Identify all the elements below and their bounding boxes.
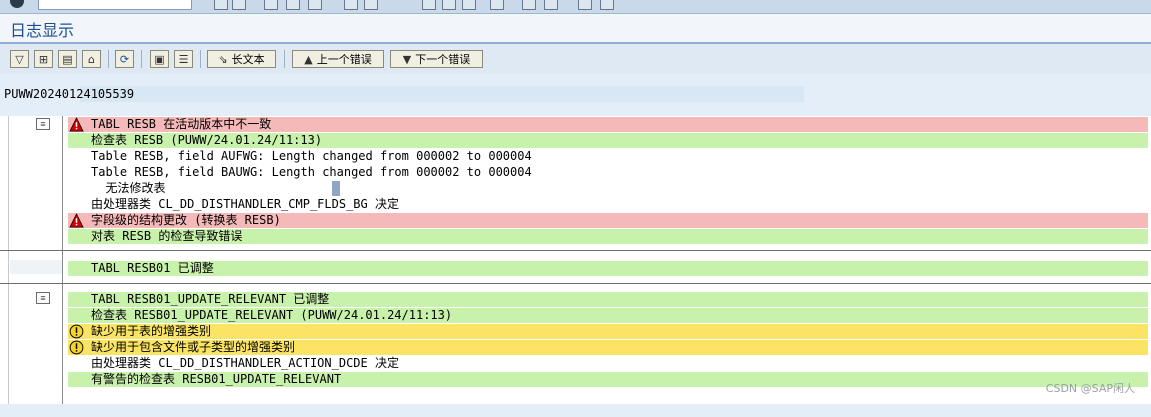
log-row[interactable]: 无法修改表 [68, 181, 1148, 196]
warning-icon [69, 324, 84, 339]
previous-page-icon[interactable] [442, 0, 456, 10]
next-error-button[interactable]: ▼ 下一个错误 [390, 50, 483, 68]
log-tree: ≡ TABL RESB 在活动版本中不一致 检查表 RESB (PUWW/24.… [0, 116, 1151, 404]
toolbar-separator [141, 50, 142, 68]
document-icon[interactable]: ≡ [36, 118, 50, 130]
find-next-icon[interactable] [364, 0, 378, 10]
list-button[interactable]: ☰ [174, 50, 193, 68]
command-field[interactable] [38, 0, 192, 10]
first-page-icon[interactable] [422, 0, 436, 10]
last-page-icon[interactable] [490, 0, 504, 10]
log-row[interactable]: TABL RESB01 已调整 [68, 261, 1148, 276]
title-bar: 日志显示 [0, 14, 1151, 44]
arrow-up-icon: ▲ [304, 52, 313, 66]
back-icon[interactable] [232, 0, 246, 10]
document-icon[interactable]: ≡ [36, 292, 50, 304]
expand-all-button[interactable]: ⊞ [34, 50, 53, 68]
application-toolbar: ▽ ⊞ ▤ ⌂ ⟳ ▣ ☰ ⇘ 长文本 ▲ 上一个错误 ▼ 下一个错误 [0, 44, 1151, 75]
long-text-button[interactable]: ⇘ 长文本 [207, 50, 276, 68]
log-row[interactable]: 有警告的检查表 RESB01_UPDATE_RELEVANT [68, 372, 1148, 387]
warning-icon [69, 340, 84, 355]
text-cursor [332, 181, 340, 196]
detail-icon: ▣ [154, 52, 165, 66]
toolbar-separator [108, 50, 109, 68]
collapse-icon: ▽ [15, 52, 24, 66]
collapse-subtree-icon: ⌂ [88, 52, 95, 66]
collapse-all-button[interactable]: ▽ [10, 50, 29, 68]
shortcut-icon[interactable] [544, 0, 558, 10]
list-icon: ☰ [178, 52, 189, 66]
new-session-icon[interactable] [522, 0, 536, 10]
system-toolbar [0, 0, 1151, 14]
log-row[interactable]: 字段级的结构更改 (转换表 RESB) [68, 213, 1148, 228]
refresh-button[interactable]: ⟳ [115, 50, 134, 68]
header-highlight [80, 86, 804, 102]
cancel-icon[interactable] [286, 0, 300, 10]
log-group: ≡ TABL RESB01_UPDATE_RELEVANT 已调整 检查表 RE… [0, 284, 1151, 404]
log-row[interactable]: 由处理器类 CL_DD_DISTHANDLER_ACTION_DCDE 决定 [68, 356, 1148, 371]
log-row[interactable]: 检查表 RESB (PUWW/24.01.24/11:13) [68, 133, 1148, 148]
refresh-icon: ⟳ [119, 52, 130, 66]
log-row[interactable]: TABL RESB 在活动版本中不一致 [68, 117, 1148, 132]
log-row[interactable]: 检查表 RESB01_UPDATE_RELEVANT (PUWW/24.01.2… [68, 308, 1148, 323]
log-group: TABL RESB01 已调整 [0, 251, 1151, 284]
log-row[interactable]: Table RESB, field BAUWG: Length changed … [68, 165, 1148, 180]
toolbar-separator [284, 50, 285, 68]
page-title: 日志显示 [10, 21, 75, 40]
detail-button[interactable]: ▣ [150, 50, 169, 68]
watermark: CSDN @SAP闲人 [1045, 382, 1135, 395]
log-id: PUWW20240124105539 [4, 87, 135, 101]
log-row[interactable]: 对表 RESB 的检查导致错误 [68, 229, 1148, 244]
subtree-icon: ▤ [62, 52, 73, 66]
previous-error-button[interactable]: ▲ 上一个错误 [292, 50, 384, 68]
log-row[interactable]: Table RESB, field AUFWG: Length changed … [68, 149, 1148, 164]
log-row[interactable]: 缺少用于表的增强类别 [68, 324, 1148, 339]
enter-icon[interactable] [10, 0, 24, 8]
log-header: PUWW20240124105539 [0, 74, 1151, 114]
layout-icon[interactable] [600, 0, 614, 10]
log-row[interactable]: 缺少用于包含文件或子类型的增强类别 [68, 340, 1148, 355]
expand-subtree-button[interactable]: ▤ [58, 50, 77, 68]
next-page-icon[interactable] [462, 0, 476, 10]
log-row[interactable]: 由处理器类 CL_DD_DISTHANDLER_CMP_FLDS_BG 决定 [68, 197, 1148, 212]
log-row[interactable]: TABL RESB01_UPDATE_RELEVANT 已调整 [68, 292, 1148, 307]
log-group: ≡ TABL RESB 在活动版本中不一致 检查表 RESB (PUWW/24.… [0, 116, 1151, 251]
print-icon[interactable] [308, 0, 322, 10]
arrow-down-icon: ▼ [402, 52, 412, 66]
exit-icon[interactable] [264, 0, 278, 10]
error-icon [69, 117, 84, 132]
expand-icon: ⊞ [38, 52, 49, 66]
help-icon[interactable] [578, 0, 592, 10]
long-text-icon: ⇘ [218, 52, 228, 66]
find-icon[interactable] [344, 0, 358, 10]
save-icon[interactable] [214, 0, 228, 10]
collapse-subtree-button[interactable]: ⌂ [82, 50, 101, 68]
error-icon [69, 213, 84, 228]
toolbar-separator [200, 50, 201, 68]
